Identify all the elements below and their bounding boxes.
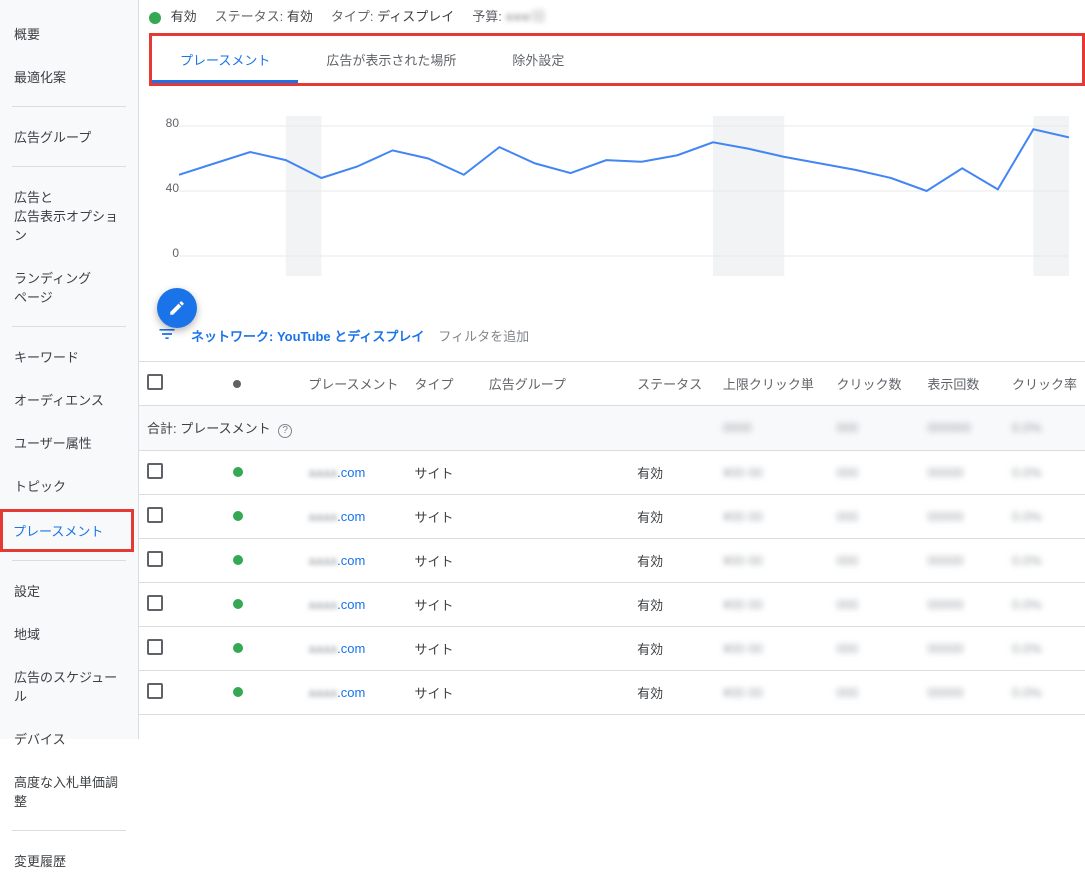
- sidebar-item-schedule[interactable]: 広告のスケジュール: [0, 655, 138, 717]
- sidebar-item-locations[interactable]: 地域: [0, 612, 138, 655]
- placement-link[interactable]: aaaa.com: [300, 582, 406, 626]
- placements-tabs: プレースメント広告が表示された場所除外設定: [149, 33, 1085, 86]
- status-dot-icon: [233, 467, 243, 477]
- tab-1[interactable]: 広告が表示された場所: [298, 36, 484, 83]
- cell-status: 有効: [629, 582, 715, 626]
- placement-link[interactable]: aaaa.com: [300, 626, 406, 670]
- sidebar-item-audiences[interactable]: オーディエンス: [0, 378, 138, 421]
- sidebar-item-landing[interactable]: ランディング ページ: [0, 256, 138, 318]
- table-row[interactable]: aaaa.comサイト有効¥00 00000000000.0%: [139, 626, 1085, 670]
- cell-status: 有効: [629, 626, 715, 670]
- sidebar-item-history[interactable]: 変更履歴: [0, 839, 138, 882]
- table-row[interactable]: aaaa.comサイト有効¥00 00000000000.0%: [139, 670, 1085, 714]
- col-header-0[interactable]: [139, 362, 225, 406]
- sidebar-item-adgroups[interactable]: 広告グループ: [0, 115, 138, 158]
- campaign-status-bar: 有効 ステータス: 有効 タイプ: ディスプレイ 予算: ●●●/日: [139, 0, 1085, 27]
- sidebar-item-settings[interactable]: 設定: [0, 569, 138, 612]
- col-header-5[interactable]: ステータス: [629, 362, 715, 406]
- placement-link[interactable]: aaaa.com: [300, 494, 406, 538]
- col-header-7[interactable]: クリック数: [829, 362, 920, 406]
- cell-type: サイト: [407, 582, 481, 626]
- row-checkbox[interactable]: [147, 551, 163, 567]
- status-col-icon: [233, 380, 241, 388]
- status-dot-icon: [233, 555, 243, 565]
- tab-0[interactable]: プレースメント: [152, 36, 298, 83]
- sidebar-item-keywords[interactable]: キーワード: [0, 335, 138, 378]
- sidebar-item-recommendations[interactable]: 最適化案: [0, 55, 138, 98]
- col-header-8[interactable]: 表示回数: [919, 362, 1004, 406]
- sidebar-item-topics[interactable]: トピック: [0, 464, 138, 507]
- cell-type: サイト: [407, 538, 481, 582]
- cell-status: 有効: [629, 450, 715, 494]
- placement-link[interactable]: aaaa.com: [300, 538, 406, 582]
- tab-2[interactable]: 除外設定: [484, 36, 592, 83]
- sidebar-item-overview[interactable]: 概要: [0, 12, 138, 55]
- help-icon[interactable]: ?: [278, 424, 292, 438]
- placement-link[interactable]: aaaa.com: [300, 670, 406, 714]
- status-dot-icon: [233, 511, 243, 521]
- row-checkbox[interactable]: [147, 507, 163, 523]
- status-dot-icon: [149, 12, 161, 24]
- main: 有効 ステータス: 有効 タイプ: ディスプレイ 予算: ●●●/日 プレースメ…: [139, 0, 1085, 739]
- row-checkbox[interactable]: [147, 639, 163, 655]
- budget-kv: 予算: ●●●/日: [472, 6, 545, 25]
- status-kv: ステータス: 有効: [215, 6, 313, 25]
- type-kv: タイプ: ディスプレイ: [331, 6, 454, 25]
- col-header-1[interactable]: [225, 362, 300, 406]
- row-checkbox[interactable]: [147, 595, 163, 611]
- filter-row: ネットワーク: YouTube とディスプレイ フィルタを追加: [139, 306, 1085, 361]
- cell-type: サイト: [407, 450, 481, 494]
- col-header-9[interactable]: クリック率: [1004, 362, 1085, 406]
- status-dot-icon: [233, 643, 243, 653]
- placement-link[interactable]: aaaa.com: [300, 450, 406, 494]
- sidebar-item-demographics[interactable]: ユーザー属性: [0, 421, 138, 464]
- status-dot-icon: [233, 599, 243, 609]
- pencil-icon: [168, 299, 186, 317]
- table-row[interactable]: aaaa.comサイト有効¥00 00000000000.0%: [139, 582, 1085, 626]
- sidebar-item-ads-extensions[interactable]: 広告と 広告表示オプション: [0, 175, 138, 256]
- placements-table: プレースメントタイプ広告グループステータス上限クリック単クリック数表示回数クリッ…: [139, 361, 1085, 715]
- col-header-3[interactable]: タイプ: [407, 362, 481, 406]
- col-header-6[interactable]: 上限クリック単: [715, 362, 829, 406]
- cell-status: 有効: [629, 538, 715, 582]
- row-checkbox[interactable]: [147, 463, 163, 479]
- row-checkbox[interactable]: [147, 683, 163, 699]
- chart: 04080: [139, 86, 1085, 306]
- sidebar-item-bid-adj[interactable]: 高度な入札単価調整: [0, 760, 138, 822]
- cell-type: サイト: [407, 494, 481, 538]
- col-header-2[interactable]: プレースメント: [300, 362, 406, 406]
- cell-type: サイト: [407, 626, 481, 670]
- cell-status: 有効: [629, 494, 715, 538]
- col-header-4[interactable]: 広告グループ: [481, 362, 629, 406]
- network-filter[interactable]: ネットワーク: YouTube とディスプレイ: [191, 326, 424, 345]
- summary-label: 合計: プレースメント ?: [139, 406, 300, 451]
- cell-status: 有効: [629, 670, 715, 714]
- sidebar-item-placements[interactable]: プレースメント: [0, 509, 134, 552]
- select-all-checkbox[interactable]: [147, 374, 163, 390]
- cell-type: サイト: [407, 670, 481, 714]
- status-enabled: 有効: [149, 6, 197, 25]
- table-row[interactable]: aaaa.comサイト有効¥00 00000000000.0%: [139, 538, 1085, 582]
- table-row[interactable]: aaaa.comサイト有効¥00 00000000000.0%: [139, 450, 1085, 494]
- status-dot-icon: [233, 687, 243, 697]
- table-row[interactable]: aaaa.comサイト有効¥00 00000000000.0%: [139, 494, 1085, 538]
- add-fab[interactable]: [157, 288, 197, 328]
- sidebar: 概要最適化案広告グループ広告と 広告表示オプションランディング ページキーワード…: [0, 0, 139, 739]
- add-filter[interactable]: フィルタを追加: [438, 326, 529, 345]
